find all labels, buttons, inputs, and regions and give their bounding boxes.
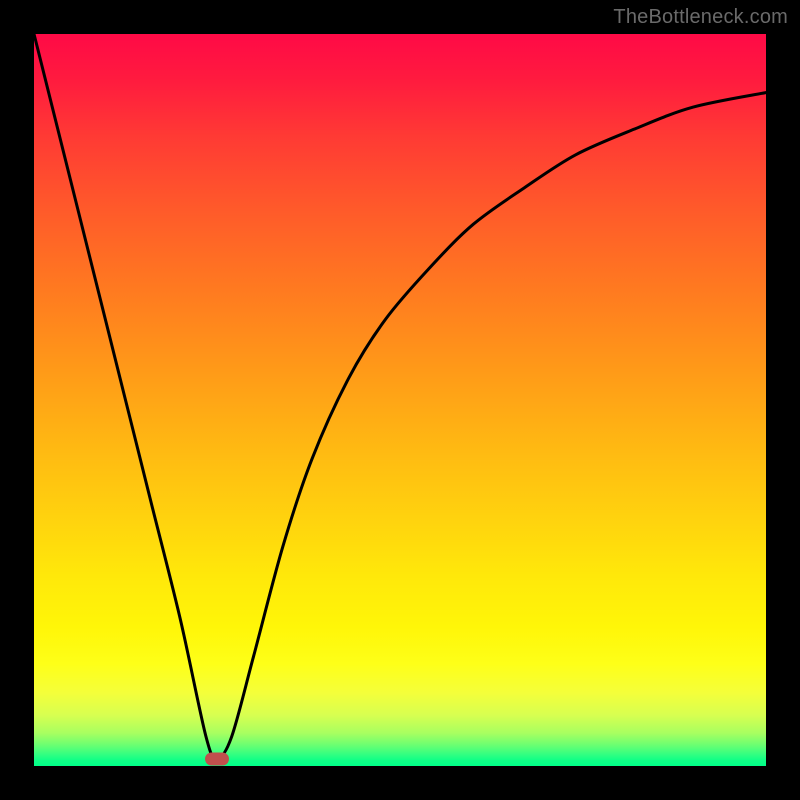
bottleneck-curve [34,34,766,766]
chart-frame: TheBottleneck.com [0,0,800,800]
watermark-label: TheBottleneck.com [613,6,788,29]
plot-area [34,34,766,766]
min-point-marker [205,752,229,765]
